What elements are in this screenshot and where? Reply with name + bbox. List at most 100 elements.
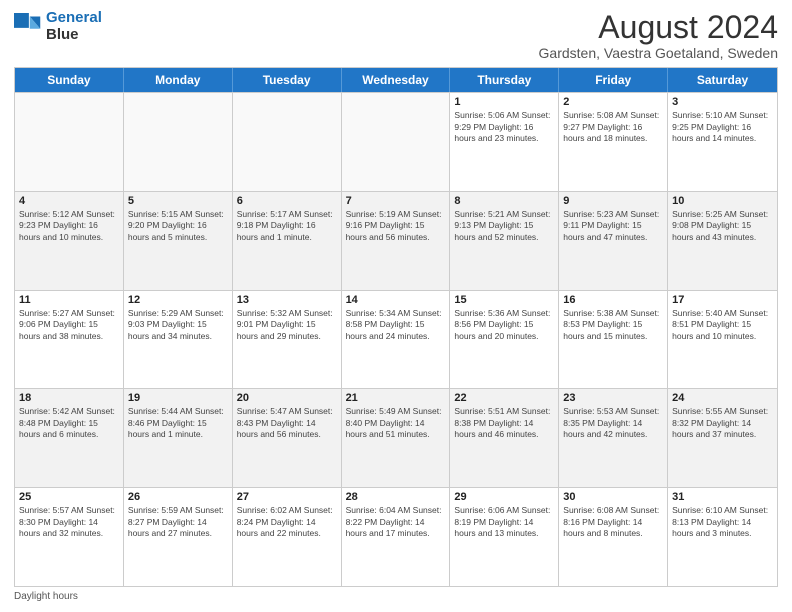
calendar: SundayMondayTuesdayWednesdayThursdayFrid… (14, 67, 778, 587)
day-cell-23: 23 Sunrise: 5:53 AM Sunset: 8:35 PM Dayli… (559, 389, 668, 487)
calendar-header: SundayMondayTuesdayWednesdayThursdayFrid… (15, 68, 777, 92)
footer: Daylight hours (14, 591, 778, 602)
calendar-row-4: 25 Sunrise: 5:57 AM Sunset: 8:30 PM Dayli… (15, 487, 777, 586)
day-info: Sunrise: 6:04 AM Sunset: 8:22 PM Dayligh… (346, 505, 446, 539)
day-number: 6 (237, 195, 337, 207)
day-cell-22: 22 Sunrise: 5:51 AM Sunset: 8:38 PM Dayli… (450, 389, 559, 487)
day-info: Sunrise: 5:49 AM Sunset: 8:40 PM Dayligh… (346, 406, 446, 440)
day-number: 26 (128, 491, 228, 503)
logo-line2: Blue (46, 27, 102, 44)
day-cell-31: 31 Sunrise: 6:10 AM Sunset: 8:13 PM Dayli… (668, 488, 777, 586)
day-cell-25: 25 Sunrise: 5:57 AM Sunset: 8:30 PM Dayli… (15, 488, 124, 586)
day-info: Sunrise: 5:59 AM Sunset: 8:27 PM Dayligh… (128, 505, 228, 539)
footer-text: Daylight hours (14, 591, 78, 602)
day-info: Sunrise: 5:29 AM Sunset: 9:03 PM Dayligh… (128, 308, 228, 342)
day-number: 15 (454, 294, 554, 306)
main-title: August 2024 (539, 10, 778, 45)
day-info: Sunrise: 5:32 AM Sunset: 9:01 PM Dayligh… (237, 308, 337, 342)
day-info: Sunrise: 6:02 AM Sunset: 8:24 PM Dayligh… (237, 505, 337, 539)
day-info: Sunrise: 5:23 AM Sunset: 9:11 PM Dayligh… (563, 209, 663, 243)
day-info: Sunrise: 5:25 AM Sunset: 9:08 PM Dayligh… (672, 209, 773, 243)
day-number: 5 (128, 195, 228, 207)
day-number: 4 (19, 195, 119, 207)
day-number: 14 (346, 294, 446, 306)
day-cell-19: 19 Sunrise: 5:44 AM Sunset: 8:46 PM Dayli… (124, 389, 233, 487)
day-cell-2: 2Sunrise: 5:08 AM Sunset: 9:27 PM Daylig… (559, 93, 668, 191)
day-info: Sunrise: 5:06 AM Sunset: 9:29 PM Dayligh… (454, 110, 554, 144)
day-of-week-thursday: Thursday (450, 68, 559, 92)
day-number: 10 (672, 195, 773, 207)
day-number: 23 (563, 392, 663, 404)
day-cell-12: 12Sunrise: 5:29 AM Sunset: 9:03 PM Dayli… (124, 291, 233, 389)
page: General Blue August 2024 Gardsten, Vaest… (0, 0, 792, 612)
day-cell-9: 9Sunrise: 5:23 AM Sunset: 9:11 PM Daylig… (559, 192, 668, 290)
day-info: Sunrise: 6:10 AM Sunset: 8:13 PM Dayligh… (672, 505, 773, 539)
day-cell-4: 4 Sunrise: 5:12 AM Sunset: 9:23 PM Daylig… (15, 192, 124, 290)
day-info: Sunrise: 5:44 AM Sunset: 8:46 PM Dayligh… (128, 406, 228, 440)
day-cell-20: 20 Sunrise: 5:47 AM Sunset: 8:43 PM Dayli… (233, 389, 342, 487)
calendar-row-2: 11 Sunrise: 5:27 AM Sunset: 9:06 PM Dayli… (15, 290, 777, 389)
day-number: 30 (563, 491, 663, 503)
day-cell-6: 6Sunrise: 5:17 AM Sunset: 9:18 PM Daylig… (233, 192, 342, 290)
day-number: 11 (19, 294, 119, 306)
subtitle: Gardsten, Vaestra Goetaland, Sweden (539, 45, 778, 61)
day-info: Sunrise: 5:21 AM Sunset: 9:13 PM Dayligh… (454, 209, 554, 243)
day-number: 13 (237, 294, 337, 306)
day-number: 20 (237, 392, 337, 404)
day-info: Sunrise: 5:57 AM Sunset: 8:30 PM Dayligh… (19, 505, 119, 539)
calendar-row-0: 1 Sunrise: 5:06 AM Sunset: 9:29 PM Daylig… (15, 92, 777, 191)
day-number: 24 (672, 392, 773, 404)
day-info: Sunrise: 5:08 AM Sunset: 9:27 PM Dayligh… (563, 110, 663, 144)
day-info: Sunrise: 6:06 AM Sunset: 8:19 PM Dayligh… (454, 505, 554, 539)
day-of-week-friday: Friday (559, 68, 668, 92)
day-number: 19 (128, 392, 228, 404)
day-info: Sunrise: 5:15 AM Sunset: 9:20 PM Dayligh… (128, 209, 228, 243)
day-cell-17: 17 Sunrise: 5:40 AM Sunset: 8:51 PM Dayli… (668, 291, 777, 389)
day-number: 1 (454, 96, 554, 108)
day-number: 7 (346, 195, 446, 207)
logo-icon (14, 13, 42, 41)
day-info: Sunrise: 5:51 AM Sunset: 8:38 PM Dayligh… (454, 406, 554, 440)
day-cell-5: 5 Sunrise: 5:15 AM Sunset: 9:20 PM Daylig… (124, 192, 233, 290)
header: General Blue August 2024 Gardsten, Vaest… (14, 10, 778, 61)
logo: General Blue (14, 10, 102, 43)
day-of-week-wednesday: Wednesday (342, 68, 451, 92)
day-cell-8: 8Sunrise: 5:21 AM Sunset: 9:13 PM Daylig… (450, 192, 559, 290)
day-cell-14: 14 Sunrise: 5:34 AM Sunset: 8:58 PM Dayli… (342, 291, 451, 389)
day-info: Sunrise: 5:47 AM Sunset: 8:43 PM Dayligh… (237, 406, 337, 440)
day-number: 25 (19, 491, 119, 503)
day-info: Sunrise: 5:12 AM Sunset: 9:23 PM Dayligh… (19, 209, 119, 243)
day-cell-18: 18Sunrise: 5:42 AM Sunset: 8:48 PM Dayli… (15, 389, 124, 487)
day-number: 31 (672, 491, 773, 503)
logo-text: General Blue (46, 10, 102, 43)
day-number: 22 (454, 392, 554, 404)
day-info: Sunrise: 5:40 AM Sunset: 8:51 PM Dayligh… (672, 308, 773, 342)
empty-cell-0-2 (233, 93, 342, 191)
title-block: August 2024 Gardsten, Vaestra Goetaland,… (539, 10, 778, 61)
day-info: Sunrise: 5:27 AM Sunset: 9:06 PM Dayligh… (19, 308, 119, 342)
day-of-week-sunday: Sunday (15, 68, 124, 92)
day-cell-11: 11 Sunrise: 5:27 AM Sunset: 9:06 PM Dayli… (15, 291, 124, 389)
day-cell-21: 21 Sunrise: 5:49 AM Sunset: 8:40 PM Dayli… (342, 389, 451, 487)
calendar-row-1: 4 Sunrise: 5:12 AM Sunset: 9:23 PM Daylig… (15, 191, 777, 290)
day-info: Sunrise: 5:19 AM Sunset: 9:16 PM Dayligh… (346, 209, 446, 243)
day-info: Sunrise: 5:53 AM Sunset: 8:35 PM Dayligh… (563, 406, 663, 440)
day-cell-7: 7 Sunrise: 5:19 AM Sunset: 9:16 PM Daylig… (342, 192, 451, 290)
day-info: Sunrise: 5:34 AM Sunset: 8:58 PM Dayligh… (346, 308, 446, 342)
day-number: 17 (672, 294, 773, 306)
day-cell-29: 29 Sunrise: 6:06 AM Sunset: 8:19 PM Dayli… (450, 488, 559, 586)
day-info: Sunrise: 5:55 AM Sunset: 8:32 PM Dayligh… (672, 406, 773, 440)
day-info: Sunrise: 6:08 AM Sunset: 8:16 PM Dayligh… (563, 505, 663, 539)
day-of-week-saturday: Saturday (668, 68, 777, 92)
day-info: Sunrise: 5:38 AM Sunset: 8:53 PM Dayligh… (563, 308, 663, 342)
logo-line1: General (46, 9, 102, 26)
day-number: 21 (346, 392, 446, 404)
day-cell-24: 24 Sunrise: 5:55 AM Sunset: 8:32 PM Dayli… (668, 389, 777, 487)
day-cell-13: 13 Sunrise: 5:32 AM Sunset: 9:01 PM Dayli… (233, 291, 342, 389)
day-cell-3: 3Sunrise: 5:10 AM Sunset: 9:25 PM Daylig… (668, 93, 777, 191)
day-number: 29 (454, 491, 554, 503)
day-info: Sunrise: 5:36 AM Sunset: 8:56 PM Dayligh… (454, 308, 554, 342)
calendar-body: 1 Sunrise: 5:06 AM Sunset: 9:29 PM Daylig… (15, 92, 777, 586)
day-info: Sunrise: 5:42 AM Sunset: 8:48 PM Dayligh… (19, 406, 119, 440)
day-cell-26: 26 Sunrise: 5:59 AM Sunset: 8:27 PM Dayli… (124, 488, 233, 586)
